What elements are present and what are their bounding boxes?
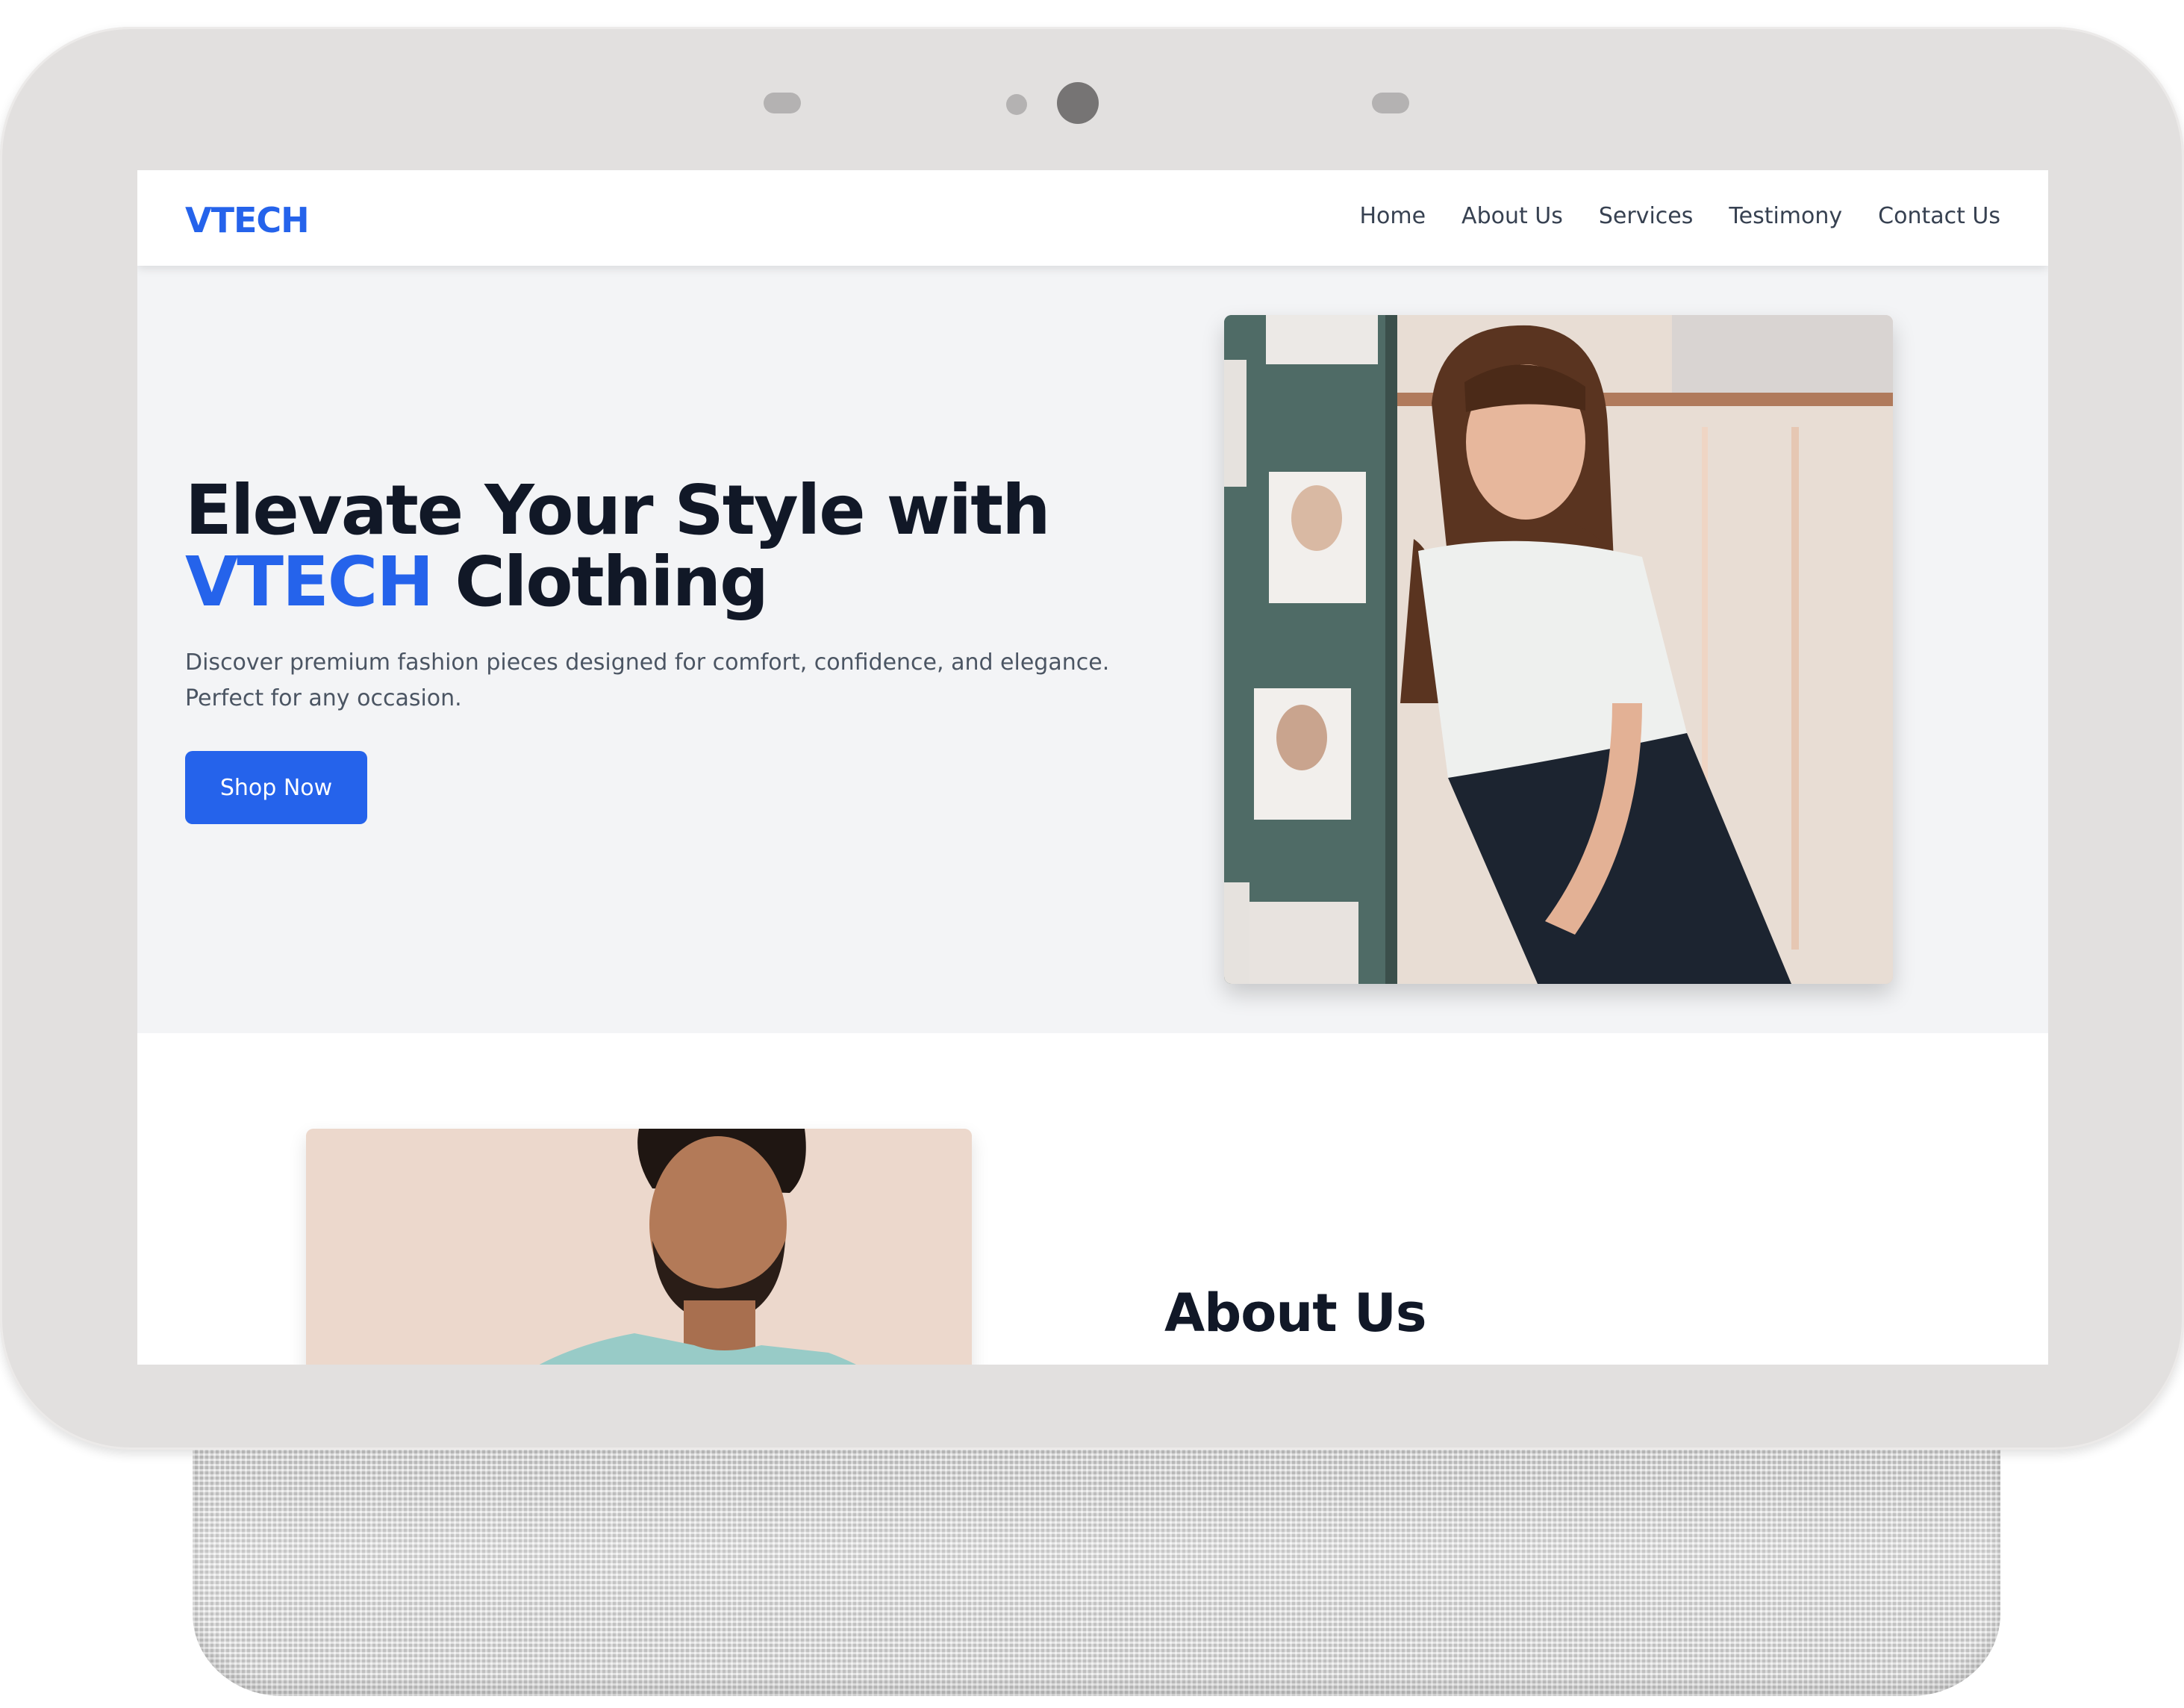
hero-subtitle: Discover premium fashion pieces designed… — [185, 645, 1111, 717]
hero-image — [1224, 315, 1893, 984]
male-model-photo-icon — [306, 1129, 972, 1365]
nav-link-contact-us[interactable]: Contact Us — [1878, 203, 2000, 229]
hero-subtitle-line2: Perfect for any occasion. — [185, 685, 462, 711]
nav-link-home[interactable]: Home — [1359, 203, 1426, 229]
nav-links: Home About Us Services Testimony Contact… — [1359, 203, 2000, 229]
device-screen: VTECH Home About Us Services Testimony C… — [137, 170, 2048, 1365]
nav-link-services[interactable]: Services — [1599, 203, 1694, 229]
hero-title-accent: VTECH — [185, 542, 434, 622]
nav-link-about-us[interactable]: About Us — [1461, 203, 1563, 229]
brand-logo[interactable]: VTECH — [185, 200, 310, 240]
fashion-model-photo-icon — [1224, 315, 1893, 984]
hero-section: Elevate Your Style with VTECH Clothing D… — [137, 266, 2048, 1033]
hero-title-line1: Elevate Your Style with — [185, 470, 1051, 550]
microphone-icon — [1006, 94, 1027, 115]
speaker-grille-right-icon — [1372, 93, 1409, 113]
about-image — [306, 1129, 972, 1365]
device-frame: VTECH Home About Us Services Testimony C… — [0, 27, 2184, 1450]
camera-icon — [1057, 82, 1099, 124]
about-section: About Us — [137, 1033, 2048, 1365]
nav-link-testimony[interactable]: Testimony — [1729, 203, 1842, 229]
hero-subtitle-line1: Discover premium fashion pieces designed… — [185, 649, 1110, 676]
speaker-base — [193, 1450, 2000, 1696]
about-title: About Us — [1164, 1282, 1427, 1344]
hero-title: Elevate Your Style with VTECH Clothing — [185, 475, 1051, 618]
navbar: VTECH Home About Us Services Testimony C… — [137, 170, 2048, 266]
hero-title-rest: Clothing — [432, 542, 769, 622]
shop-now-button[interactable]: Shop Now — [185, 751, 367, 824]
speaker-grille-left-icon — [764, 93, 801, 113]
